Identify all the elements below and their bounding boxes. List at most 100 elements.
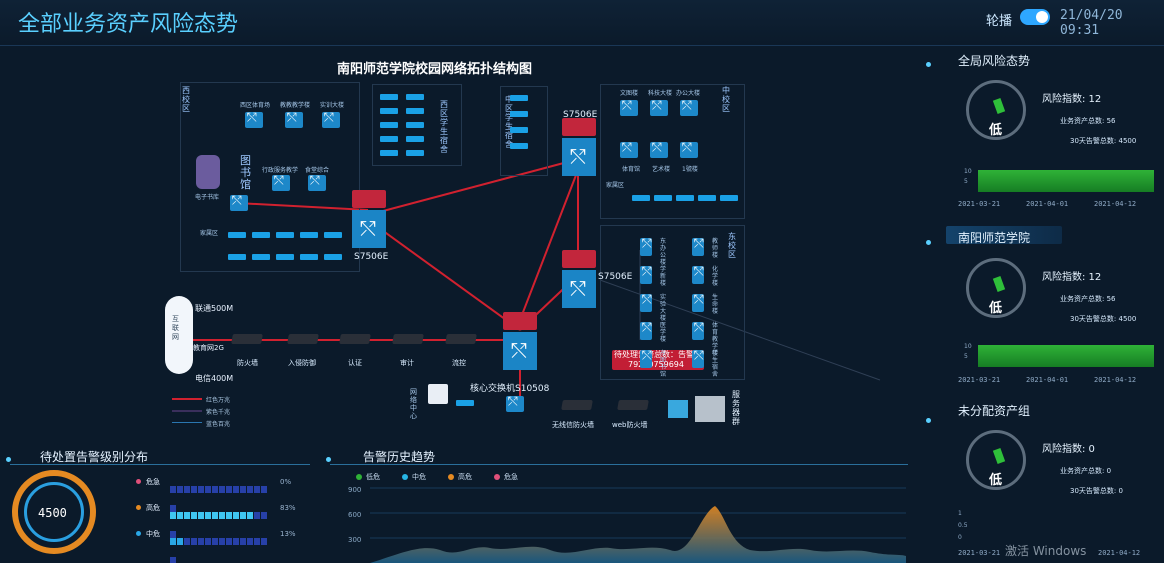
asset-count: 业务资产总数: 0 (1060, 467, 1112, 475)
switch-mini-icon[interactable] (406, 94, 424, 100)
switch-mini-icon[interactable] (276, 254, 294, 260)
legend-red-line (172, 398, 202, 400)
level-bar-cell (184, 512, 190, 519)
switch-mini-icon[interactable] (720, 195, 738, 201)
switch-mini-icon[interactable] (698, 195, 716, 201)
switch-mini-icon[interactable] (380, 122, 398, 128)
edu-link-label: 教育网2G (193, 344, 224, 352)
level-bar-cell (240, 512, 246, 519)
switch-mini-icon[interactable] (380, 150, 398, 156)
switch-mini-icon[interactable] (252, 232, 270, 238)
switch-icon[interactable] (692, 264, 704, 284)
switch-icon[interactable] (640, 264, 652, 284)
level-bar-cell (198, 486, 204, 493)
core-switch-main[interactable] (503, 312, 537, 370)
switch-mini-icon[interactable] (324, 232, 342, 238)
core-switch-left[interactable] (352, 190, 386, 248)
middle-dorm-label: 中区学生宿舍 (505, 95, 513, 149)
audit-device[interactable] (392, 334, 424, 344)
switch-mini-icon[interactable] (632, 195, 650, 201)
switch-mini-icon[interactable] (276, 232, 294, 238)
switch-mini-icon[interactable] (228, 232, 246, 238)
alert-total-gauge: 4500 (12, 470, 96, 554)
switch-mini-icon[interactable] (406, 108, 424, 114)
risk-index: 风险指数: 0 (1042, 444, 1095, 455)
alert-banner-text: 待处理告警总数：告警 (614, 350, 694, 359)
level-bar-cell (261, 538, 267, 545)
switch-mini-icon[interactable] (406, 122, 424, 128)
switch-icon[interactable] (692, 292, 704, 312)
switch-icon[interactable] (640, 292, 652, 312)
server-group-label: 服务器群 (732, 390, 740, 426)
switch-mini-icon[interactable] (510, 143, 528, 149)
level-bar-cell (226, 538, 232, 545)
east-zone-label: 东校区 (728, 232, 736, 259)
legend-dot (448, 474, 454, 480)
switch-mini-icon[interactable] (324, 254, 342, 260)
web-firewall-device[interactable] (617, 400, 649, 410)
switch-mini-icon[interactable] (228, 254, 246, 260)
switch-mini-icon[interactable] (406, 150, 424, 156)
switch-icon[interactable] (272, 173, 290, 191)
firewall-device[interactable] (231, 334, 263, 344)
history-ytick: 900 (348, 486, 362, 494)
switch-mini-icon[interactable] (510, 127, 528, 133)
level-bar-cell (170, 512, 176, 519)
switch-icon[interactable] (640, 320, 652, 340)
library-server-label: 电子书库 (195, 194, 220, 201)
switch-mini-icon[interactable] (300, 232, 318, 238)
switch-icon[interactable] (692, 236, 704, 256)
switch-icon[interactable] (680, 98, 698, 116)
switch-icon[interactable] (650, 140, 668, 158)
mid-label-4: 体育馆 (622, 166, 641, 173)
switch-mini-icon[interactable] (676, 195, 694, 201)
switch-icon[interactable] (620, 140, 638, 158)
switch-icon[interactable] (680, 140, 698, 158)
switch-icon[interactable] (245, 110, 263, 128)
level-bar-cell (247, 512, 253, 519)
switch-icon[interactable] (640, 348, 652, 368)
switch-icon[interactable] (308, 173, 326, 191)
switch-mini-icon[interactable] (380, 108, 398, 114)
switch-mini-icon[interactable] (406, 136, 424, 142)
east-building-label: 东图书馆 (660, 350, 667, 378)
switch-mini-icon[interactable] (380, 136, 398, 142)
switch-icon[interactable] (322, 110, 340, 128)
switch-icon[interactable] (640, 236, 652, 256)
auth-device[interactable] (339, 334, 371, 344)
switch-mini-icon[interactable] (380, 94, 398, 100)
switch-icon[interactable] (692, 320, 704, 340)
switch-mini-icon[interactable] (456, 400, 474, 406)
core-switch-top-right[interactable] (562, 118, 596, 176)
level-bar-cell (219, 512, 225, 519)
switch-icon[interactable] (506, 394, 524, 412)
ips-device[interactable] (287, 334, 319, 344)
level-bar-cell (247, 538, 253, 545)
switch-icon[interactable] (692, 348, 704, 368)
library-label: 图书馆 (240, 154, 251, 191)
switch-icon[interactable] (285, 110, 303, 128)
switch-mini-icon[interactable] (510, 111, 528, 117)
level-bar-cell (212, 486, 218, 493)
level-bar-cell (254, 538, 260, 545)
switch-mini-icon[interactable] (300, 254, 318, 260)
level-bar-cell (205, 538, 211, 545)
legend-label: 危急 (504, 473, 518, 481)
switch-icon[interactable] (230, 193, 248, 211)
level-bar-cell (191, 486, 197, 493)
switch-mini-icon[interactable] (252, 254, 270, 260)
switch-icon[interactable] (650, 98, 668, 116)
network-center-label: 网络中心 (410, 388, 417, 420)
flow-control-device[interactable] (445, 334, 477, 344)
trend-band (978, 345, 1154, 367)
history-title: 告警历史趋势 (363, 450, 436, 464)
switch-mini-icon[interactable] (510, 95, 528, 101)
legend-label: 中危 (412, 473, 426, 481)
switch-icon[interactable] (620, 98, 638, 116)
switch-mini-icon[interactable] (654, 195, 672, 201)
core-switch-mid-right[interactable] (562, 250, 596, 308)
level-bar-cell (184, 486, 190, 493)
family-area-mid-label: 家属区 (606, 182, 625, 189)
wireless-firewall-device[interactable] (561, 400, 593, 410)
risk-index: 风险指数: 12 (1042, 272, 1102, 283)
